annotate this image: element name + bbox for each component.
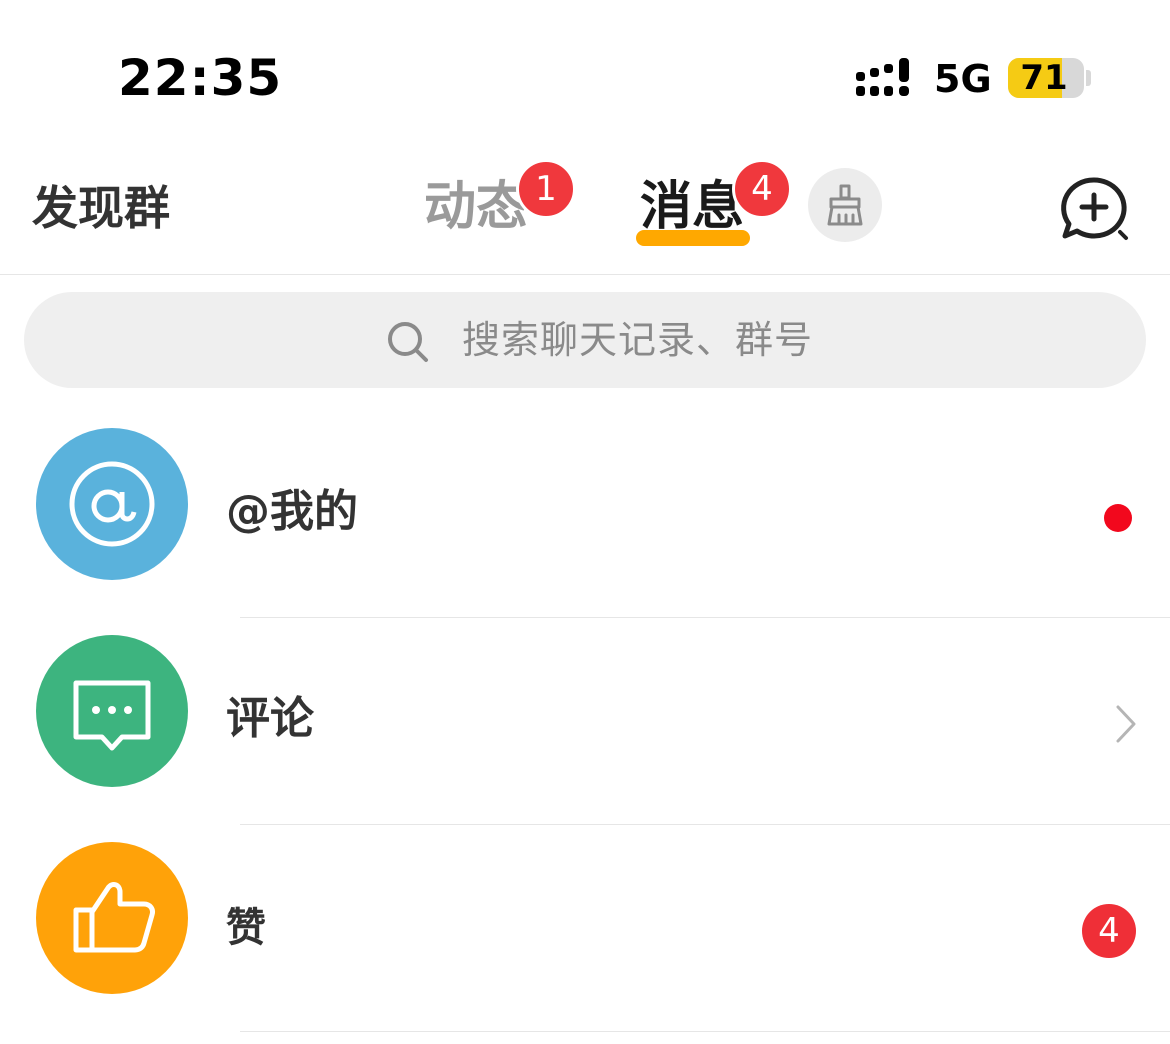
like-avatar — [36, 842, 188, 994]
chevron-right-icon — [1116, 705, 1136, 743]
status-bar: 22:35 5G 71 — [0, 0, 1170, 140]
tab-messages-badge: 4 — [732, 159, 792, 219]
at-avatar — [36, 428, 188, 580]
list-item-label: 赞 — [226, 905, 266, 951]
chat-plus-icon — [1061, 177, 1128, 240]
divider — [240, 1031, 1170, 1032]
unread-count-badge: 4 — [1082, 904, 1136, 958]
search-placeholder: 搜索聊天记录、群号 — [462, 318, 814, 362]
comment-avatar — [36, 635, 188, 787]
list-item-at-me[interactable]: @我的 — [0, 412, 1170, 618]
at-icon — [69, 461, 155, 547]
broom-icon — [827, 184, 863, 226]
signal-icon — [856, 58, 909, 96]
search-icon — [388, 322, 428, 362]
list-item-label: @我的 — [226, 486, 358, 537]
divider — [240, 824, 1170, 825]
unread-dot — [1104, 504, 1132, 532]
thumbs-up-icon — [73, 882, 155, 953]
list-item-label: 评论 — [226, 693, 314, 744]
network-type: 5G — [934, 57, 992, 101]
discover-groups-button[interactable]: 发现群 — [32, 180, 170, 236]
divider — [240, 617, 1170, 618]
clear-unread-button[interactable] — [808, 168, 882, 242]
tab-dynamic-badge: 1 — [516, 159, 576, 219]
search-input[interactable]: 搜索聊天记录、群号 — [24, 292, 1146, 388]
list-item-likes[interactable]: 赞 4 — [0, 826, 1170, 1032]
comment-icon — [73, 680, 151, 751]
tab-dynamic[interactable]: 动态 — [424, 174, 528, 240]
list-item-comments[interactable]: 评论 — [0, 619, 1170, 825]
new-chat-button[interactable] — [1058, 174, 1134, 244]
battery-icon: 71 — [1008, 58, 1084, 98]
status-time: 22:35 — [118, 49, 283, 107]
battery-percent: 71 — [1020, 58, 1068, 98]
battery-tip — [1086, 70, 1091, 86]
top-nav: 发现群 动态 1 消息 4 — [0, 140, 1170, 275]
active-tab-indicator — [636, 230, 750, 246]
